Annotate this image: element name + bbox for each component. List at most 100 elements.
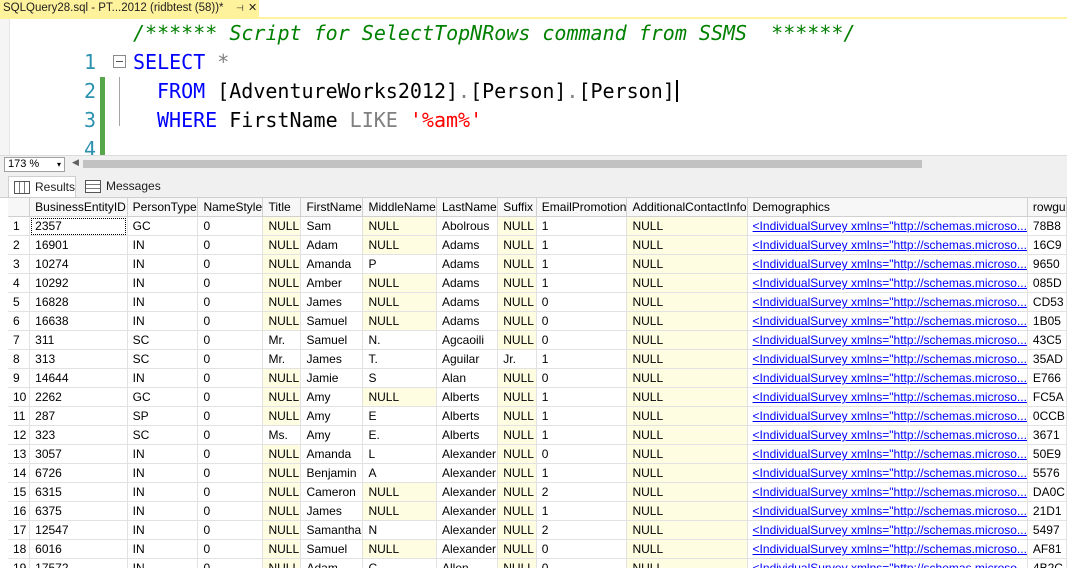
corner-header[interactable] xyxy=(8,198,31,217)
row-header[interactable]: 7 xyxy=(8,330,31,350)
grid-cell[interactable]: NULL xyxy=(497,520,537,540)
grid-cell[interactable]: 21D1 xyxy=(1027,501,1067,521)
grid-cell[interactable]: 4B2C xyxy=(1027,558,1067,568)
grid-cell[interactable]: SP xyxy=(127,406,199,426)
grid-cell[interactable]: AF81 xyxy=(1027,539,1067,559)
column-header[interactable]: LastName xyxy=(436,198,499,217)
grid-cell[interactable]: 16828 xyxy=(29,292,128,312)
grid-cell[interactable]: 323 xyxy=(29,425,128,445)
row-header[interactable]: 4 xyxy=(8,273,31,293)
grid-cell[interactable]: 6375 xyxy=(29,501,128,521)
collapse-icon[interactable] xyxy=(113,55,126,68)
grid-cell[interactable]: NULL xyxy=(262,463,302,483)
grid-cell[interactable]: E xyxy=(362,406,437,426)
grid-cell[interactable]: 0 xyxy=(536,368,628,388)
grid-cell[interactable]: 0 xyxy=(197,387,264,407)
grid-cell[interactable]: NULL xyxy=(626,235,748,255)
grid-cell[interactable]: 0 xyxy=(197,482,264,502)
grid-cell[interactable]: 1 xyxy=(536,254,628,274)
grid-cell[interactable]: IN xyxy=(127,273,199,293)
grid-cell[interactable]: 2 xyxy=(536,520,628,540)
xml-link-cell[interactable]: <IndividualSurvey xmlns="http://schemas.… xyxy=(747,292,1028,312)
grid-cell[interactable]: 12547 xyxy=(29,520,128,540)
grid-cell[interactable]: NULL xyxy=(262,235,302,255)
grid-cell[interactable]: Agcaoili xyxy=(436,330,499,350)
grid-cell[interactable]: Samuel xyxy=(300,311,364,331)
grid-cell[interactable]: Alexander xyxy=(436,463,499,483)
column-header[interactable]: Suffix xyxy=(497,198,537,217)
grid-cell[interactable]: NULL xyxy=(262,444,302,464)
grid-cell[interactable]: 1 xyxy=(536,501,628,521)
grid-cell[interactable]: C xyxy=(362,558,437,568)
row-header[interactable]: 3 xyxy=(8,254,31,274)
xml-link-cell[interactable]: <IndividualSurvey xmlns="http://schemas.… xyxy=(747,235,1028,255)
grid-cell[interactable]: 0 xyxy=(197,444,264,464)
grid-cell[interactable]: Mr. xyxy=(262,349,302,369)
grid-cell[interactable]: 43C5 xyxy=(1027,330,1067,350)
grid-cell[interactable]: IN xyxy=(127,444,199,464)
grid-cell[interactable]: 0 xyxy=(197,235,264,255)
column-header[interactable]: NameStyle xyxy=(197,198,264,217)
column-header[interactable]: MiddleName xyxy=(362,198,437,217)
grid-cell[interactable]: 2 xyxy=(536,482,628,502)
grid-cell[interactable]: Alexander xyxy=(436,539,499,559)
grid-cell[interactable]: 0 xyxy=(197,463,264,483)
grid-cell[interactable]: Jamie xyxy=(300,368,364,388)
row-header[interactable]: 5 xyxy=(8,292,31,312)
grid-cell[interactable]: NULL xyxy=(262,520,302,540)
grid-cell[interactable]: T. xyxy=(362,349,437,369)
grid-cell[interactable]: Mr. xyxy=(262,330,302,350)
grid-cell[interactable]: 085D xyxy=(1027,273,1067,293)
grid-cell[interactable]: 1B05 xyxy=(1027,311,1067,331)
xml-link-cell[interactable]: <IndividualSurvey xmlns="http://schemas.… xyxy=(747,311,1028,331)
row-header[interactable]: 1 xyxy=(8,216,31,236)
grid-cell[interactable]: NULL xyxy=(497,463,537,483)
grid-cell[interactable]: NULL xyxy=(497,444,537,464)
xml-link-cell[interactable]: <IndividualSurvey xmlns="http://schemas.… xyxy=(747,539,1028,559)
grid-cell[interactable]: 0 xyxy=(197,558,264,568)
grid-cell[interactable]: Amanda xyxy=(300,444,364,464)
grid-cell[interactable]: IN xyxy=(127,235,199,255)
grid-cell[interactable]: 0CCB xyxy=(1027,406,1067,426)
grid-cell[interactable]: A xyxy=(362,463,437,483)
grid-cell[interactable]: NULL xyxy=(262,558,302,568)
pin-icon[interactable]: ⊣ xyxy=(236,0,244,17)
grid-cell[interactable]: 0 xyxy=(197,349,264,369)
grid-cell[interactable]: Benjamin xyxy=(300,463,364,483)
grid-cell[interactable]: 0 xyxy=(197,539,264,559)
grid-cell[interactable]: IN xyxy=(127,501,199,521)
grid-cell[interactable]: 16C9 xyxy=(1027,235,1067,255)
grid-cell[interactable]: NULL xyxy=(626,463,748,483)
grid-cell[interactable]: NULL xyxy=(497,311,537,331)
grid-cell[interactable]: L xyxy=(362,444,437,464)
grid-cell[interactable]: NULL xyxy=(626,520,748,540)
grid-cell[interactable]: IN xyxy=(127,292,199,312)
row-header[interactable]: 10 xyxy=(8,387,31,407)
grid-cell[interactable]: NULL xyxy=(497,254,537,274)
grid-cell[interactable]: N xyxy=(362,520,437,540)
column-header[interactable]: EmailPromotion xyxy=(536,198,628,217)
grid-cell[interactable]: Alberts xyxy=(436,387,499,407)
grid-cell[interactable]: NULL xyxy=(497,406,537,426)
grid-cell[interactable]: IN xyxy=(127,558,199,568)
grid-cell[interactable]: NULL xyxy=(497,387,537,407)
row-header[interactable]: 19 xyxy=(8,558,31,568)
row-header[interactable]: 18 xyxy=(8,539,31,559)
grid-cell[interactable]: NULL xyxy=(362,273,437,293)
zoom-select[interactable]: 173 % ▾ xyxy=(4,157,65,172)
grid-cell[interactable]: NULL xyxy=(626,501,748,521)
grid-cell[interactable]: NULL xyxy=(626,406,748,426)
results-grid[interactable]: BusinessEntityID PersonType NameStyle Title… xyxy=(8,198,1067,568)
xml-link-cell[interactable]: <IndividualSurvey xmlns="http://schemas.… xyxy=(747,273,1028,293)
grid-cell[interactable]: 16901 xyxy=(29,235,128,255)
grid-cell[interactable]: SC xyxy=(127,425,199,445)
grid-cell[interactable]: 0 xyxy=(536,292,628,312)
grid-cell[interactable]: Allen xyxy=(436,558,499,568)
column-header[interactable]: AdditionalContactInfo xyxy=(626,198,748,217)
grid-cell[interactable]: NULL xyxy=(497,216,537,236)
xml-link-cell[interactable]: <IndividualSurvey xmlns="http://schemas.… xyxy=(747,349,1028,369)
grid-cell[interactable]: Samuel xyxy=(300,330,364,350)
grid-cell[interactable]: NULL xyxy=(626,482,748,502)
grid-cell[interactable]: S xyxy=(362,368,437,388)
grid-cell[interactable]: Cameron xyxy=(300,482,364,502)
